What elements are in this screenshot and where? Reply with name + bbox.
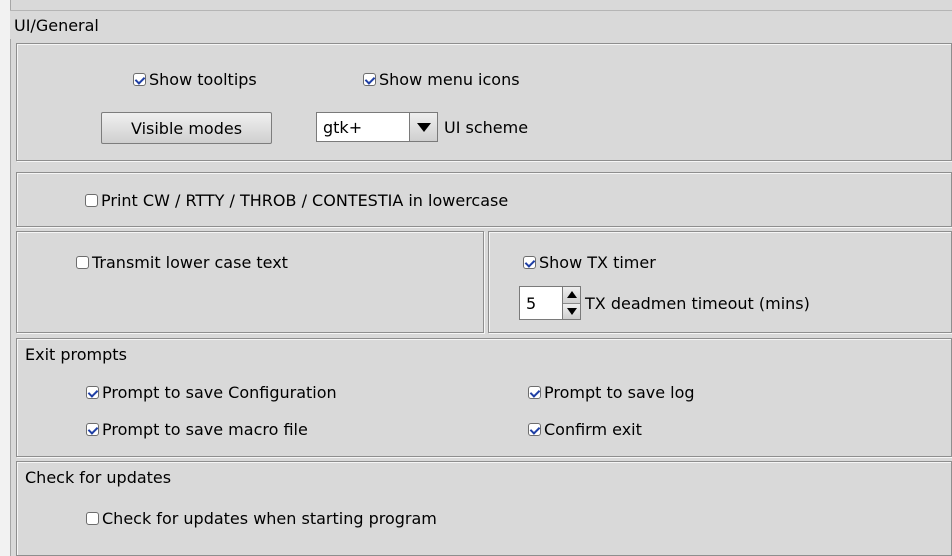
- print-lowercase-checkbox[interactable]: [85, 194, 98, 207]
- tx-deadman-timeout-input[interactable]: 5: [519, 286, 563, 320]
- ui-scheme-select[interactable]: gtk+: [316, 112, 410, 142]
- visible-modes-button[interactable]: Visible modes: [101, 112, 272, 144]
- confirm-exit-row[interactable]: Confirm exit: [528, 420, 642, 439]
- chevron-down-icon: [416, 122, 431, 132]
- exit-prompts-title: Exit prompts: [25, 345, 127, 364]
- check-updates-on-start-checkbox[interactable]: [86, 512, 99, 525]
- print-lowercase-checkbox-row[interactable]: Print CW / RTTY / THROB / CONTESTIA in l…: [85, 191, 508, 210]
- left-panel-edge: [0, 0, 11, 556]
- tx-timer-group: Show TX timer 5 TX deadmen timeout (mins…: [488, 231, 952, 333]
- prompt-save-log-row[interactable]: Prompt to save log: [528, 383, 695, 402]
- prompt-save-configuration-checkbox[interactable]: [86, 386, 99, 399]
- prompt-save-macro-file-row[interactable]: Prompt to save macro file: [86, 420, 308, 439]
- ui-scheme-dropdown-button[interactable]: [410, 112, 438, 142]
- prompt-save-macro-file-label: Prompt to save macro file: [102, 420, 308, 439]
- section-header: UI/General: [10, 10, 952, 39]
- show-tooltips-label: Show tooltips: [149, 70, 257, 89]
- show-tooltips-checkbox[interactable]: [133, 73, 146, 86]
- print-lowercase-label: Print CW / RTTY / THROB / CONTESTIA in l…: [101, 191, 509, 210]
- ui-options-group: Show tooltips Show menu icons Visible mo…: [16, 43, 952, 161]
- ui-scheme-value: gtk+: [323, 117, 363, 137]
- lowercase-output-group: Print CW / RTTY / THROB / CONTESTIA in l…: [16, 172, 952, 227]
- tx-deadman-timeout-spinner[interactable]: [563, 286, 581, 320]
- confirm-exit-label: Confirm exit: [544, 420, 642, 439]
- exit-prompts-group: Exit prompts Prompt to save Configuratio…: [16, 338, 952, 457]
- show-menu-icons-label: Show menu icons: [379, 70, 520, 89]
- transmit-lowercase-label: Transmit lower case text: [92, 253, 288, 272]
- arrow-up-icon: [566, 291, 577, 299]
- transmit-lowercase-checkbox-row[interactable]: Transmit lower case text: [76, 253, 288, 272]
- check-updates-on-start-label: Check for updates when starting program: [102, 509, 437, 528]
- decrement-button[interactable]: [563, 303, 580, 319]
- tx-deadman-timeout-control[interactable]: 5 TX deadmen timeout (mins): [519, 286, 810, 320]
- visible-modes-label: Visible modes: [130, 118, 243, 138]
- updates-group: Check for updates Check for updates when…: [16, 461, 952, 556]
- show-tx-timer-label: Show TX timer: [539, 253, 656, 272]
- prompt-save-configuration-row[interactable]: Prompt to save Configuration: [86, 383, 337, 402]
- tx-deadman-timeout-value: 5: [526, 293, 537, 313]
- tx-deadman-timeout-label: TX deadmen timeout (mins): [585, 293, 810, 313]
- prompt-save-log-label: Prompt to save log: [544, 383, 695, 402]
- show-tooltips-checkbox-row[interactable]: Show tooltips: [133, 70, 257, 89]
- updates-title: Check for updates: [25, 468, 172, 487]
- increment-button[interactable]: [563, 287, 580, 304]
- confirm-exit-checkbox[interactable]: [528, 423, 541, 436]
- ui-general-panel: UI/General Show tooltips Show menu icons…: [0, 0, 952, 556]
- prompt-save-macro-file-checkbox[interactable]: [86, 423, 99, 436]
- show-menu-icons-checkbox-row[interactable]: Show menu icons: [363, 70, 520, 89]
- show-tx-timer-checkbox[interactable]: [523, 256, 536, 269]
- arrow-down-icon: [566, 307, 577, 315]
- show-menu-icons-checkbox[interactable]: [363, 73, 376, 86]
- transmit-lowercase-checkbox[interactable]: [76, 256, 89, 269]
- ui-scheme-label: UI scheme: [444, 117, 529, 137]
- section-title: UI/General: [14, 16, 99, 35]
- prompt-save-log-checkbox[interactable]: [528, 386, 541, 399]
- check-updates-on-start-row[interactable]: Check for updates when starting program: [86, 509, 437, 528]
- show-tx-timer-checkbox-row[interactable]: Show TX timer: [523, 253, 656, 272]
- transmit-lowercase-group: Transmit lower case text: [16, 231, 484, 333]
- prompt-save-configuration-label: Prompt to save Configuration: [102, 383, 337, 402]
- ui-scheme-control[interactable]: gtk+ UI scheme: [316, 112, 528, 142]
